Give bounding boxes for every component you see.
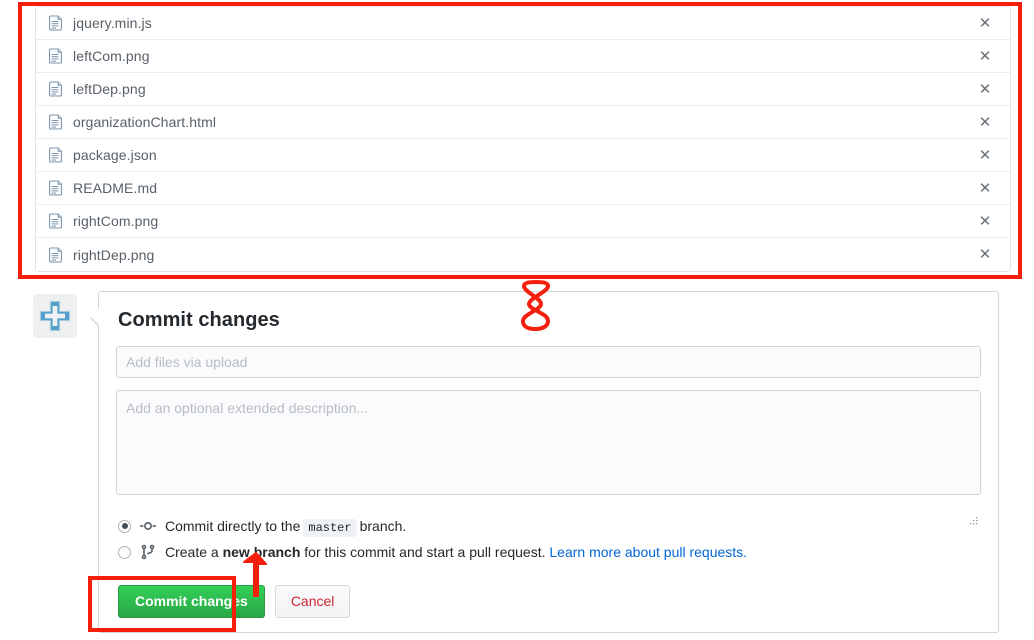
pull-requests-help-link[interactable]: Learn more about pull requests. <box>549 544 747 560</box>
remove-file-button[interactable]: ✕ <box>974 177 996 199</box>
file-name: README.md <box>73 180 158 196</box>
commit-target-options: Commit directly to the master branch. Cr… <box>118 513 981 565</box>
callout-notch-fill <box>91 309 99 325</box>
file-icon <box>49 15 62 31</box>
radio-create-branch[interactable] <box>118 545 131 559</box>
file-row: rightDep.png ✕ <box>36 238 1010 271</box>
text-after: for this commit and start a pull request… <box>304 544 546 560</box>
option-create-branch[interactable]: Create a new branch for this commit and … <box>118 539 981 565</box>
cancel-button[interactable]: Cancel <box>274 585 351 619</box>
commit-summary-input[interactable] <box>116 346 981 378</box>
file-name: leftDep.png <box>73 81 146 97</box>
new-branch-emphasis: new branch <box>222 544 301 560</box>
form-actions: Commit changes Cancel <box>118 585 981 619</box>
file-icon <box>49 81 62 97</box>
file-icon <box>49 48 62 64</box>
file-icon <box>49 213 62 229</box>
git-commit-icon <box>140 522 156 530</box>
option-commit-directly-label: Commit directly to the master branch. <box>165 517 407 537</box>
file-name: package.json <box>73 147 157 163</box>
file-icon <box>49 114 62 130</box>
file-name: jquery.min.js <box>73 15 152 31</box>
text-before: Create a <box>165 544 219 560</box>
file-icon <box>49 246 62 263</box>
remove-file-button[interactable]: ✕ <box>974 210 996 232</box>
file-row: README.md ✕ <box>36 172 1010 205</box>
avatar <box>33 294 77 338</box>
file-row: leftCom.png ✕ <box>36 40 1010 73</box>
branch-name-badge: master <box>303 518 357 537</box>
file-name: rightDep.png <box>73 246 155 263</box>
remove-file-button[interactable]: ✕ <box>974 144 996 166</box>
radio-commit-directly[interactable] <box>118 519 131 533</box>
file-row: package.json ✕ <box>36 139 1010 172</box>
file-icon <box>49 180 62 196</box>
file-name: rightCom.png <box>73 213 159 229</box>
file-row: rightCom.png ✕ <box>36 205 1010 238</box>
commit-description-textarea[interactable] <box>116 390 981 495</box>
file-name: leftCom.png <box>73 48 150 64</box>
remove-file-button[interactable]: ✕ <box>974 12 996 34</box>
text-after: branch. <box>359 517 407 534</box>
file-row: organizationChart.html ✕ <box>36 106 1010 139</box>
commit-changes-section: Commit changes Add files via upload Add … <box>33 291 999 634</box>
git-branch-icon <box>141 544 155 560</box>
remove-file-button[interactable]: ✕ <box>974 78 996 100</box>
plus-cross-avatar-icon <box>33 294 77 338</box>
file-row: leftDep.png ✕ <box>36 73 1010 106</box>
remove-file-button[interactable]: ✕ <box>974 111 996 133</box>
option-create-branch-label: Create a new branch for this commit and … <box>165 544 747 560</box>
file-name: organizationChart.html <box>73 114 217 130</box>
upload-commit-page: jquery.min.js ✕ leftCom.png ✕ leftDep.png ✕ or… <box>0 0 1034 640</box>
file-row: jquery.min.js ✕ <box>36 7 1010 40</box>
page-title: Commit changes <box>118 309 280 331</box>
remove-file-button[interactable]: ✕ <box>974 45 996 67</box>
commit-form: Commit changes Add files via upload Add … <box>90 291 999 634</box>
uploaded-files-list: jquery.min.js ✕ leftCom.png ✕ leftDep.png ✕ or… <box>35 6 1011 272</box>
file-icon <box>49 147 62 163</box>
option-commit-directly[interactable]: Commit directly to the master branch. <box>118 513 981 539</box>
remove-file-button[interactable]: ✕ <box>974 244 996 266</box>
commit-changes-button[interactable]: Commit changes <box>118 585 265 619</box>
text-before: Commit directly to the <box>165 517 301 534</box>
